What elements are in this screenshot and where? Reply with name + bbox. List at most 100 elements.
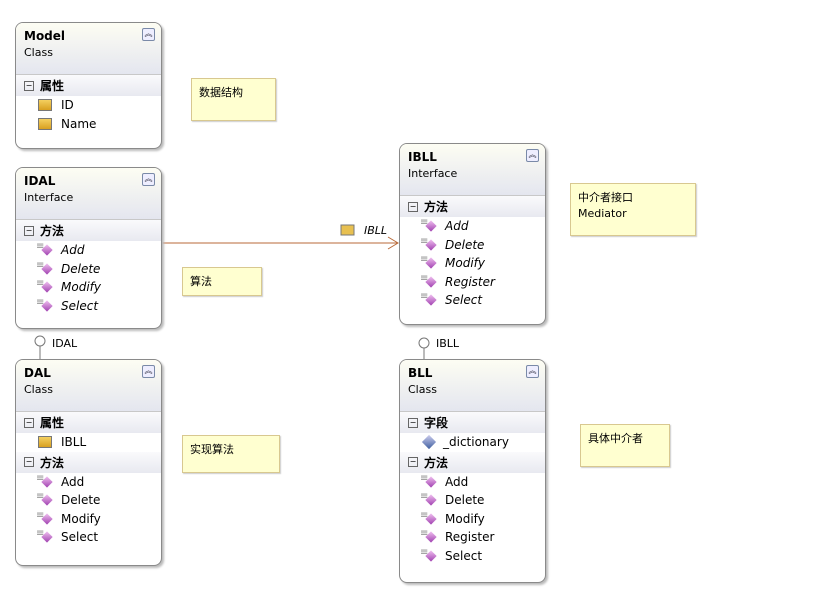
method-icon xyxy=(420,217,436,232)
member-name: ID xyxy=(61,98,74,113)
member-item[interactable]: Modify xyxy=(400,510,545,529)
method-icon xyxy=(36,528,52,543)
member-item[interactable]: Add xyxy=(400,473,545,492)
type-header[interactable]: DAL Class ︽ xyxy=(16,360,161,412)
section-title: 方法 xyxy=(40,455,65,470)
section-header[interactable]: − 属性 xyxy=(16,412,161,433)
section-header[interactable]: − 方法 xyxy=(400,451,545,473)
member-name: _dictionary xyxy=(443,435,509,450)
section-header[interactable]: − 属性 xyxy=(16,75,161,96)
collapse-icon[interactable]: ︽ xyxy=(142,173,155,186)
method-icon xyxy=(420,510,436,525)
note-idal[interactable]: 算法 xyxy=(182,267,262,296)
member-item[interactable]: Register xyxy=(400,528,545,547)
type-box-ibll[interactable]: IBLL Interface ︽ −方法 Add Delete Modify Register… xyxy=(399,143,546,325)
member-item[interactable]: Modify xyxy=(16,278,161,297)
note-model[interactable]: 数据结构 xyxy=(191,78,276,121)
member-item[interactable]: Delete xyxy=(16,491,161,510)
type-box-bll[interactable]: BLLClass︽−字段_dictionary−方法AddDeleteModif… xyxy=(399,359,546,583)
member-item[interactable]: ID xyxy=(16,96,161,115)
collapse-icon[interactable]: ︽ xyxy=(142,365,155,378)
method-icon xyxy=(36,241,52,256)
collapse-section-icon[interactable]: − xyxy=(408,201,418,212)
note-bll[interactable]: 具体中介者 xyxy=(580,424,670,467)
member-name: Delete xyxy=(61,261,101,276)
member-item[interactable]: Add xyxy=(16,473,161,492)
collapse-section-icon[interactable]: − xyxy=(408,417,418,428)
method-icon xyxy=(36,260,52,275)
type-header[interactable]: IDAL Interface ︽ xyxy=(16,168,161,220)
method-icon xyxy=(36,510,52,525)
member-item[interactable]: IBLL xyxy=(16,433,161,452)
collapse-icon[interactable]: ︽ xyxy=(526,149,539,162)
member-item[interactable]: Select xyxy=(400,291,545,310)
member-item[interactable]: Modify xyxy=(400,254,545,273)
method-icon xyxy=(420,291,436,306)
type-box-dal[interactable]: DALClass︽−属性IBLL−方法AddDeleteModifySelect xyxy=(15,359,162,566)
type-name: DAL xyxy=(24,366,51,380)
collapse-section-icon[interactable]: − xyxy=(24,225,34,236)
method-icon xyxy=(36,278,52,293)
method-icon xyxy=(36,491,52,506)
member-item[interactable]: Delete xyxy=(400,236,545,255)
collapse-section-icon[interactable]: − xyxy=(24,457,34,467)
member-name: Select xyxy=(61,298,99,313)
type-header[interactable]: Model Class ︽ xyxy=(16,23,161,75)
member-name: Delete xyxy=(445,493,485,508)
property-icon xyxy=(38,117,52,130)
section-header[interactable]: − 字段 xyxy=(400,412,545,433)
member-item[interactable]: Select xyxy=(16,297,161,316)
method-icon xyxy=(420,236,436,251)
member-name: Select xyxy=(61,530,99,545)
collapse-section-icon[interactable]: − xyxy=(24,80,34,91)
collapse-section-icon[interactable]: − xyxy=(24,417,34,428)
section-title: 字段 xyxy=(424,416,449,430)
section-header[interactable]: − 方法 xyxy=(16,220,161,241)
collapse-section-icon[interactable]: − xyxy=(408,457,418,467)
type-kind: Class xyxy=(408,383,437,396)
member-item[interactable]: Delete xyxy=(400,491,545,510)
type-kind: Class xyxy=(24,46,53,59)
method-icon xyxy=(420,491,436,506)
section-title: 属性 xyxy=(40,79,65,93)
note-dal[interactable]: 实现算法 xyxy=(182,435,280,473)
member-name: Select xyxy=(445,548,483,563)
member-name: Delete xyxy=(61,493,101,508)
type-kind: Class xyxy=(24,383,53,396)
collapse-icon[interactable]: ︽ xyxy=(142,28,155,41)
method-icon xyxy=(420,473,436,488)
member-name: Add xyxy=(445,219,469,234)
property-icon xyxy=(38,99,52,112)
method-icon xyxy=(420,273,436,288)
member-name: Modify xyxy=(61,280,101,295)
member-name: Add xyxy=(445,474,469,489)
note-ibll[interactable]: 中介者接口 Mediator xyxy=(570,183,696,236)
member-item[interactable]: Delete xyxy=(16,260,161,279)
section-header[interactable]: − 方法 xyxy=(400,196,545,217)
ibll-lollipop-label: IBLL xyxy=(436,337,460,350)
member-name: Add xyxy=(61,474,85,489)
type-name: BLL xyxy=(408,366,433,380)
type-box-model[interactable]: Model Class ︽ − 属性 ID Name xyxy=(15,22,162,149)
type-box-idal[interactable]: IDAL Interface ︽ −方法 Add Delete Modify Select xyxy=(15,167,162,329)
type-kind: Interface xyxy=(408,167,458,180)
member-item[interactable]: Add xyxy=(400,217,545,236)
ibll-lollipop-icon xyxy=(418,337,430,349)
member-item[interactable]: Register xyxy=(400,273,545,292)
member-item[interactable]: Modify xyxy=(16,510,161,529)
member-item[interactable]: Name xyxy=(16,115,161,134)
member-item[interactable]: Select xyxy=(16,528,161,547)
association-label: IBLL xyxy=(364,224,388,237)
section-title: 方法 xyxy=(40,224,65,238)
member-item[interactable]: Select xyxy=(400,547,545,566)
idal-lollipop-label: IDAL xyxy=(52,337,78,350)
type-name: IBLL xyxy=(408,150,437,164)
member-item[interactable]: _dictionary xyxy=(400,433,545,452)
collapse-icon[interactable]: ︽ xyxy=(526,365,539,378)
section-header[interactable]: − 方法 xyxy=(16,451,161,473)
member-name: Register xyxy=(445,274,495,289)
type-header[interactable]: BLL Class ︽ xyxy=(400,360,545,412)
member-name: Add xyxy=(61,243,85,258)
member-item[interactable]: Add xyxy=(16,241,161,260)
type-header[interactable]: IBLL Interface ︽ xyxy=(400,144,545,196)
